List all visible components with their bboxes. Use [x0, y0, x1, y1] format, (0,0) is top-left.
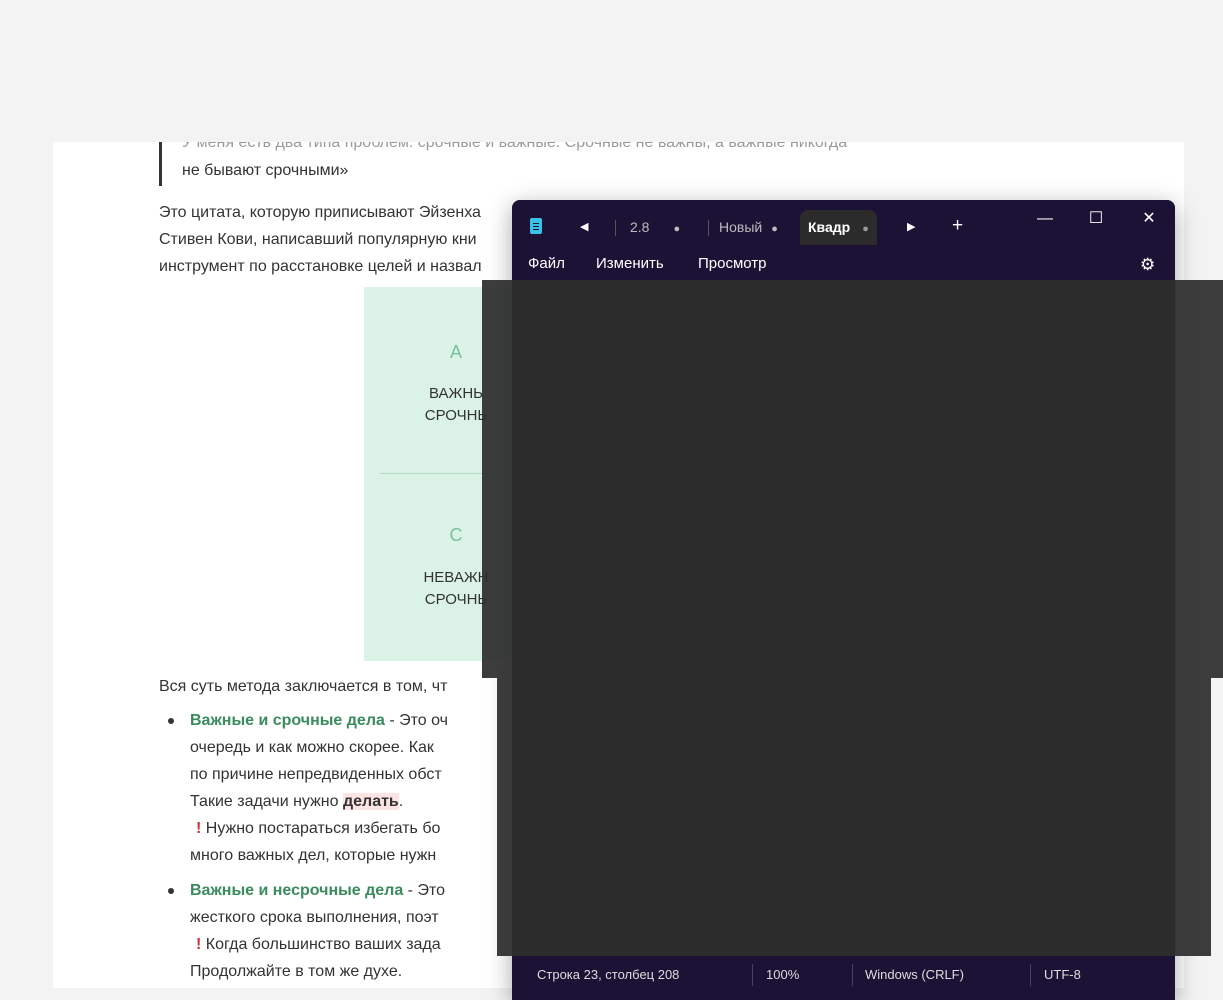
tab-kvadr[interactable]: Квадр ●	[800, 210, 877, 245]
bullet-title: Важные и срочные дела	[190, 712, 385, 729]
status-separator	[752, 964, 753, 986]
warning-icon: !	[196, 936, 202, 953]
modified-dot-icon: ●	[771, 223, 778, 235]
tab-label: Квадр	[808, 219, 851, 235]
warning-icon: !	[196, 820, 202, 837]
bullet-text: Когда большинство ваших зада	[201, 936, 441, 953]
tab-label: 2.8	[630, 219, 650, 235]
bullet-text: очередь и как можно скорее. Как	[190, 739, 434, 756]
quote-line-end: не бывают срочными»	[182, 162, 349, 179]
dark-overlay-upper	[482, 280, 1223, 678]
dark-overlay-lower	[497, 678, 1211, 956]
encoding[interactable]: UTF-8	[1044, 967, 1081, 982]
bullet-text: много важных дел, которые нужн	[190, 847, 437, 864]
modified-dot-icon: ●	[862, 223, 869, 235]
method-summary: Вся суть метода заключается в том, чт	[159, 678, 448, 695]
menu-bar: Файл Изменить Просмотр ⚙	[512, 245, 1175, 283]
status-separator	[1030, 964, 1031, 986]
bullet-text: Продолжайте в том же духе.	[190, 963, 403, 980]
bullet-text: по причине непредвиденных обст	[190, 766, 442, 783]
intro-line-3: инструмент по расстановке целей и назвал	[159, 258, 482, 275]
bullet-text: - Это оч	[384, 712, 448, 729]
quadrant-list: Важные и срочные дела - Это оч очередь и…	[159, 707, 448, 985]
intro-line-1: Это цитата, которую приписывают Эйзенха	[159, 204, 481, 221]
zoom-level[interactable]: 100%	[766, 967, 799, 982]
status-bar: Строка 23, столбец 208 100% Windows (CRL…	[512, 956, 1175, 1000]
status-separator	[852, 964, 853, 986]
intro-line-2: Стивен Кови, написавший популярную кни	[159, 231, 477, 248]
close-button[interactable]: ✕	[1127, 204, 1171, 234]
add-tab-button[interactable]: +	[952, 215, 963, 237]
tab-scroll-right-icon[interactable]: ▶	[907, 220, 915, 233]
modified-dot-icon: ●	[673, 223, 681, 235]
bullet-dot	[168, 718, 174, 724]
bullet-text: Нужно постараться избегать бо	[201, 820, 441, 837]
tab-separator	[615, 220, 616, 236]
tab-2-8[interactable]: 2.8 ●	[630, 210, 680, 245]
tab-scroll-left-icon[interactable]: ◀	[580, 220, 588, 233]
tab-new[interactable]: Новый ●	[719, 210, 778, 245]
cursor-position: Строка 23, столбец 208	[537, 967, 680, 982]
bullet-dot	[168, 888, 174, 894]
tab-separator	[708, 220, 709, 236]
bullet-title: Важные и несрочные дела	[190, 882, 404, 899]
notepad-icon	[530, 218, 542, 234]
highlight-do: делать	[342, 793, 399, 810]
list-item: Важные и несрочные дела - Это жесткого с…	[159, 877, 448, 985]
line-endings[interactable]: Windows (CRLF)	[865, 967, 964, 982]
menu-edit[interactable]: Изменить	[596, 255, 664, 272]
bullet-text: Такие задачи нужно	[190, 793, 343, 810]
list-item: Важные и срочные дела - Это оч очередь и…	[159, 707, 448, 869]
bullet-text: - Это	[403, 882, 445, 899]
menu-file[interactable]: Файл	[528, 255, 565, 272]
settings-gear-icon[interactable]: ⚙	[1140, 255, 1155, 275]
bullet-text: жесткого срока выполнения, поэт	[190, 909, 439, 926]
minimize-button[interactable]: —	[1023, 204, 1067, 234]
title-bar[interactable]: ◀ 2.8 ● Новый ● Квадр ● ▶ + — ☐ ✕	[512, 200, 1175, 245]
bullet-text: .	[398, 793, 404, 810]
menu-view[interactable]: Просмотр	[698, 255, 767, 272]
maximize-button[interactable]: ☐	[1074, 204, 1118, 234]
quote-line-cut: У меня есть два типа проблем: срочные и …	[182, 142, 848, 151]
blockquote: У меня есть два типа проблем: срочные и …	[159, 142, 962, 186]
tab-label: Новый	[719, 219, 763, 235]
